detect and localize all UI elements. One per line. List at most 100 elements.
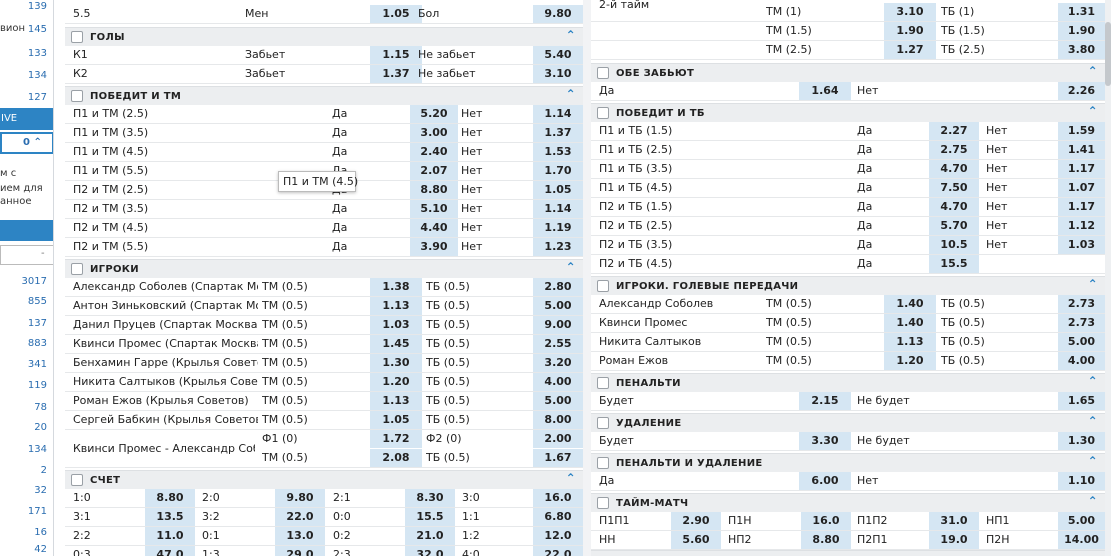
odds-cell[interactable]: 29.0: [275, 546, 325, 556]
odds-cell[interactable]: 1.12: [1058, 217, 1105, 235]
odds-cell[interactable]: 4.00: [1058, 352, 1105, 370]
odds-cell[interactable]: 1.37: [533, 124, 583, 142]
odds-cell[interactable]: 1.31: [1058, 3, 1105, 21]
collapse-checkbox[interactable]: [597, 280, 609, 292]
odds-cell[interactable]: 8.80: [410, 181, 458, 199]
odds-cell[interactable]: 1.90: [1058, 22, 1105, 40]
odds-cell[interactable]: 1.13: [370, 392, 422, 410]
odds-cell[interactable]: 1.70: [533, 162, 583, 180]
event-count[interactable]: 2: [41, 465, 47, 476]
odds-cell[interactable]: 1.65: [1058, 392, 1105, 410]
odds-cell[interactable]: 1.20: [370, 373, 422, 391]
event-count[interactable]: 139: [28, 1, 47, 12]
odds-cell[interactable]: 8.30: [405, 489, 455, 507]
chevron-up-icon[interactable]: ⌃: [1088, 454, 1098, 468]
odds-cell[interactable]: 1.53: [533, 143, 583, 161]
live-tab[interactable]: IVE: [0, 108, 53, 130]
odds-cell[interactable]: 2.80: [533, 278, 583, 296]
odds-cell[interactable]: [1058, 255, 1105, 273]
odds-cell[interactable]: 2.90: [671, 512, 721, 530]
odds-cell[interactable]: 1.23: [533, 238, 583, 256]
odds-cell[interactable]: 5.20: [410, 105, 458, 123]
market-header[interactable]: УДАЛЕНИЕ ⌃: [591, 413, 1105, 432]
sidebar-select[interactable]: -: [0, 245, 53, 265]
market-header[interactable]: ПОБЕДИТ И ТМ ⌃: [65, 86, 583, 105]
odds-cell[interactable]: 1.13: [884, 333, 936, 351]
odds-cell[interactable]: 2.40: [410, 143, 458, 161]
collapse-checkbox[interactable]: [71, 31, 83, 43]
odds-cell[interactable]: 16.0: [801, 512, 851, 530]
odds-cell[interactable]: 5.00: [1058, 512, 1105, 530]
collapse-checkbox[interactable]: [71, 474, 83, 486]
odds-cell[interactable]: 1.27: [884, 41, 936, 59]
odds-cell[interactable]: 19.0: [929, 531, 979, 549]
odds-cell[interactable]: 2.00: [533, 430, 583, 448]
odds-cell[interactable]: 9.80: [275, 489, 325, 507]
odds-cell[interactable]: 1.59: [1058, 122, 1105, 140]
event-count[interactable]: 16: [34, 527, 47, 538]
odds-cell[interactable]: 5.70: [929, 217, 979, 235]
event-count[interactable]: 78: [34, 402, 47, 413]
odds-cell[interactable]: 13.5: [145, 508, 195, 526]
odds-cell[interactable]: 22.0: [533, 546, 583, 556]
odds-cell[interactable]: 2.26: [1058, 82, 1105, 100]
market-header[interactable]: ТОТ: [591, 550, 1105, 556]
odds-cell[interactable]: 1.38: [370, 278, 422, 296]
chevron-up-icon[interactable]: ⌃: [1088, 277, 1098, 291]
odds-cell[interactable]: 4.70: [929, 160, 979, 178]
odds-cell[interactable]: 1.17: [1058, 160, 1105, 178]
odds-cell[interactable]: 1.05: [370, 5, 422, 23]
odds-cell[interactable]: 1.19: [533, 219, 583, 237]
odds-cell[interactable]: 6.80: [533, 508, 583, 526]
odds-cell[interactable]: 9.80: [533, 5, 583, 23]
odds-cell[interactable]: 2.08: [370, 449, 422, 467]
event-count[interactable]: 42: [34, 544, 47, 555]
market-header[interactable]: ИГРОКИ. ГОЛЕВЫЕ ПЕРЕДАЧИ ⌃: [591, 276, 1105, 295]
market-header[interactable]: ИГРОКИ ⌃: [65, 259, 583, 278]
odds-cell[interactable]: 1.67: [533, 449, 583, 467]
odds-cell[interactable]: 1.40: [884, 314, 936, 332]
event-count[interactable]: 137: [28, 318, 47, 329]
scrollbar-thumb[interactable]: [1105, 22, 1111, 86]
odds-cell[interactable]: 1.30: [370, 354, 422, 372]
event-count[interactable]: 883: [28, 338, 47, 349]
market-header[interactable]: ГОЛЫ ⌃: [65, 27, 583, 46]
event-count[interactable]: 145: [28, 24, 47, 35]
chevron-up-icon[interactable]: ⌃: [566, 87, 576, 101]
collapse-checkbox[interactable]: [597, 497, 609, 509]
odds-cell[interactable]: 12.0: [533, 527, 583, 545]
odds-cell[interactable]: 4.70: [929, 198, 979, 216]
market-header[interactable]: ПОБЕДИТ И ТБ ⌃: [591, 103, 1105, 122]
odds-cell[interactable]: 1.72: [370, 430, 422, 448]
odds-cell[interactable]: 5.60: [671, 531, 721, 549]
odds-cell[interactable]: 6.00: [799, 472, 851, 490]
chevron-up-icon[interactable]: ⌃: [1088, 64, 1098, 78]
odds-cell[interactable]: 5.40: [533, 46, 583, 64]
odds-cell[interactable]: 8.00: [533, 411, 583, 429]
event-count[interactable]: 127: [28, 92, 47, 103]
collapse-checkbox[interactable]: [597, 67, 609, 79]
odds-cell[interactable]: 1.20: [884, 352, 936, 370]
odds-cell[interactable]: 8.80: [145, 489, 195, 507]
market-header[interactable]: ПЕНАЛЬТИ И УДАЛЕНИЕ ⌃: [591, 453, 1105, 472]
odds-cell[interactable]: 5.00: [533, 392, 583, 410]
event-count[interactable]: 134: [28, 444, 47, 455]
odds-cell[interactable]: 3.10: [533, 65, 583, 83]
chevron-up-icon[interactable]: ⌃: [1088, 494, 1098, 508]
collapse-checkbox[interactable]: [597, 417, 609, 429]
odds-cell[interactable]: 1.40: [884, 295, 936, 313]
odds-cell[interactable]: 1.15: [370, 46, 422, 64]
odds-cell[interactable]: 8.80: [801, 531, 851, 549]
odds-cell[interactable]: 1.03: [1058, 236, 1105, 254]
odds-cell[interactable]: 1.10: [1058, 472, 1105, 490]
chevron-up-icon[interactable]: ⌃: [1088, 374, 1098, 388]
odds-cell[interactable]: 1.05: [533, 181, 583, 199]
event-count[interactable]: 20: [34, 422, 47, 433]
odds-cell[interactable]: 1.14: [533, 105, 583, 123]
event-count[interactable]: 171: [28, 506, 47, 517]
odds-cell[interactable]: 22.0: [275, 508, 325, 526]
odds-cell[interactable]: 4.40: [410, 219, 458, 237]
odds-cell[interactable]: 11.0: [145, 527, 195, 545]
odds-cell[interactable]: 5.10: [410, 200, 458, 218]
collapse-checkbox[interactable]: [597, 377, 609, 389]
